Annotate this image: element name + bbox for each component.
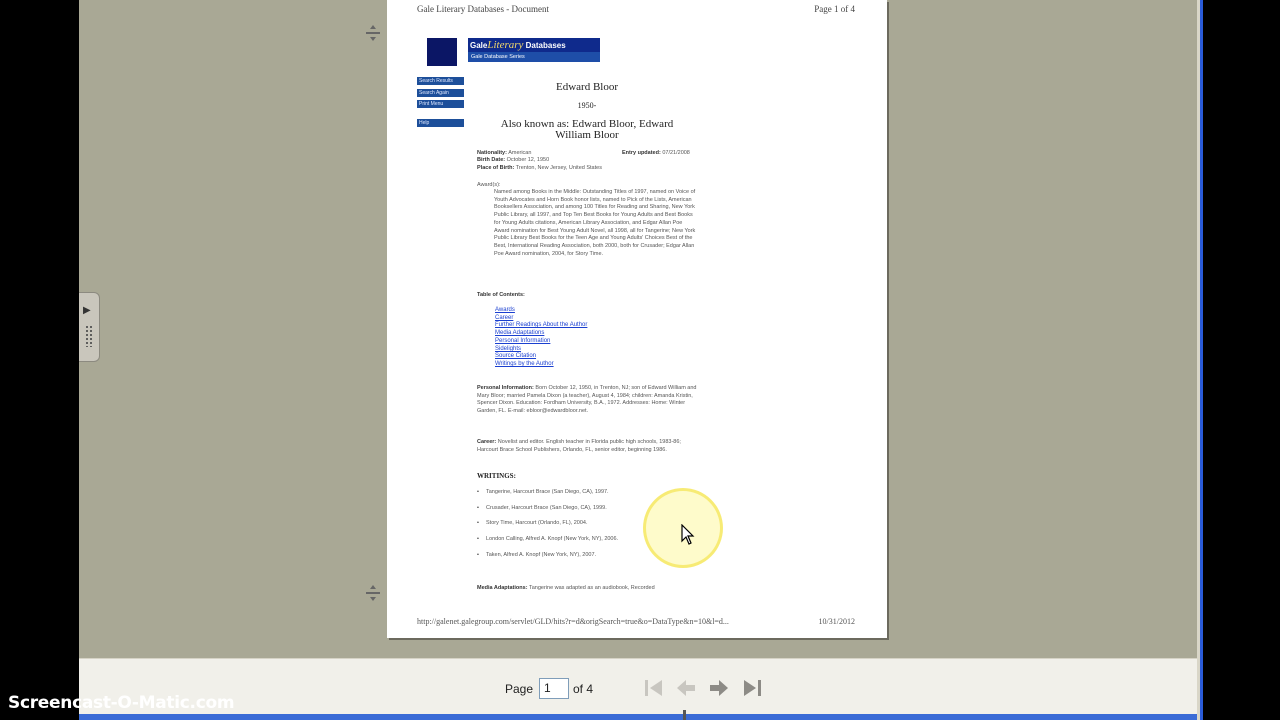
mouse-pointer-icon xyxy=(681,524,695,545)
personal-information: Personal Information: Born October 12, 1… xyxy=(477,385,697,415)
nav-button-print-menu[interactable]: Print Menu xyxy=(417,100,464,108)
page-footer-url: http://galenet.galegroup.com/servlet/GLD… xyxy=(417,617,729,626)
career: Career: Novelist and editor. English tea… xyxy=(477,439,681,453)
grip-icon xyxy=(85,325,93,347)
gale-logo-square xyxy=(427,38,457,66)
taskbar-strip xyxy=(79,710,1197,720)
writing-item: London Calling, Alfred A. Knopf (New Yor… xyxy=(477,536,618,542)
toc-link-writings[interactable]: Writings by the Author xyxy=(495,361,554,367)
page-navigation-bar: Page 1 of 4 xyxy=(79,658,1197,714)
birth-year: 1950- xyxy=(577,101,597,110)
media-adaptations: Media Adaptations: Tangerine was adapted… xyxy=(477,585,655,591)
screencast-watermark: Screencast-O-Matic.com xyxy=(8,693,235,713)
author-name: Edward Bloor xyxy=(555,81,618,93)
page-footer-date: 10/31/2012 xyxy=(818,617,855,626)
nav-button-search-again[interactable]: Search Again xyxy=(417,89,464,97)
first-page-icon[interactable] xyxy=(642,677,666,699)
also-known-as: Also known as: Edward Bloor, Edward Will… xyxy=(500,118,674,141)
page-header-title: Gale Literary Databases - Document xyxy=(417,4,549,14)
right-margin xyxy=(1200,0,1280,720)
toc-link-personal-information[interactable]: Personal Information xyxy=(495,338,550,344)
expand-arrow-icon: ▶ xyxy=(83,305,91,316)
previous-page-icon[interactable] xyxy=(674,677,698,699)
toc-link-career[interactable]: Career xyxy=(495,315,513,321)
writings-heading: WRITINGS: xyxy=(477,472,516,480)
sidebar-toggle-tab[interactable]: ▶ xyxy=(79,292,100,362)
toc-link-awards[interactable]: Awards xyxy=(495,307,515,313)
writing-item: Taken, Alfred A. Knopf (New York, NY), 2… xyxy=(477,552,596,558)
toc-link-sidelights[interactable]: Sidelights xyxy=(495,346,521,352)
writing-item: Tangerine, Harcourt Brace (San Diego, CA… xyxy=(477,489,609,495)
page-total: of 4 xyxy=(573,682,594,696)
page-number-input[interactable]: 1 xyxy=(539,678,569,699)
toc-label: Table of Contents: xyxy=(477,292,525,298)
nav-button-search-results[interactable]: Search Results xyxy=(417,77,464,85)
nav-button-help[interactable]: Help xyxy=(417,119,464,127)
page-label: Page xyxy=(505,682,534,696)
writing-item: Story Time, Harcourt (Orlando, FL), 2004… xyxy=(477,520,588,526)
awards-text: Named among Books in the Middle: Outstan… xyxy=(494,189,696,257)
page-split-handle-bottom-icon[interactable] xyxy=(364,584,382,602)
document-page: Gale Literary Databases - Document Page … xyxy=(387,0,887,638)
birth-place-line: Place of Birth: Trenton, New Jersey, Uni… xyxy=(477,165,602,171)
writing-item: Crusader, Harcourt Brace (San Diego, CA)… xyxy=(477,505,607,511)
birth-date-line: Birth Date: October 12, 1950 xyxy=(477,157,550,163)
toc-link-media-adaptations[interactable]: Media Adaptations xyxy=(495,330,544,336)
page-split-handle-top-icon[interactable] xyxy=(364,24,382,42)
toc-link-source-citation[interactable]: Source Citation xyxy=(495,353,536,359)
page-header-count: Page 1 of 4 xyxy=(814,4,855,14)
last-page-icon[interactable] xyxy=(740,677,764,699)
next-page-icon[interactable] xyxy=(707,677,731,699)
toc-link-further-readings[interactable]: Further Readings About the Author xyxy=(495,322,587,328)
gale-logo-banner: GaleLiterary Databases Gale Database Ser… xyxy=(468,38,600,62)
